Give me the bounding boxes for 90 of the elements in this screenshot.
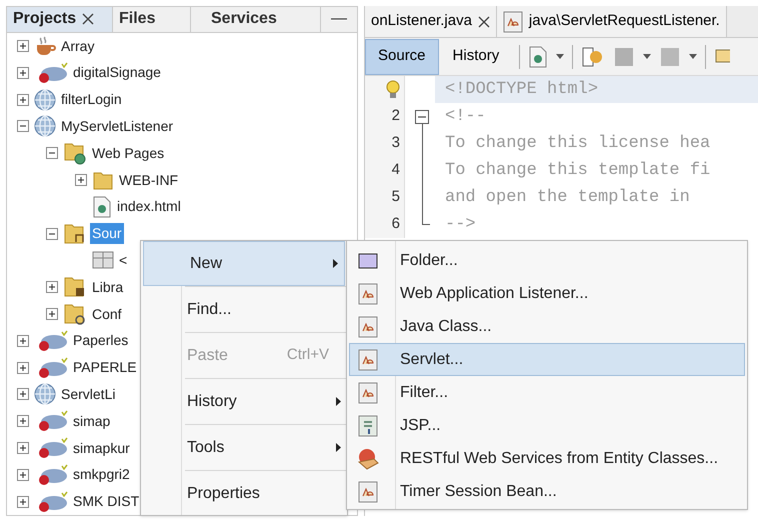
dropdown-icon[interactable] — [643, 54, 652, 60]
menu-item[interactable]: History — [141, 379, 347, 424]
menu-item[interactable]: Folder... — [349, 244, 745, 277]
expand-icon[interactable] — [17, 40, 29, 52]
tree-item[interactable]: MyServletListener — [59, 116, 176, 137]
package-icon — [92, 250, 114, 270]
menu-item[interactable]: Filter... — [349, 376, 745, 409]
tree-item[interactable]: filterLogin — [59, 89, 124, 110]
tree-item[interactable]: Libra — [90, 276, 126, 298]
tree-item[interactable]: ServletLi — [59, 384, 118, 405]
expand-icon[interactable] — [46, 308, 58, 320]
line-number: 4 — [392, 160, 400, 180]
collapse-icon[interactable] — [17, 120, 29, 132]
menu-item[interactable]: Servlet... — [349, 343, 745, 376]
tree-item[interactable]: smkpgri2 — [71, 464, 132, 486]
tree-item[interactable]: < — [117, 250, 130, 271]
config-folder-icon — [63, 302, 87, 326]
code-line: --> — [444, 214, 477, 236]
close-icon[interactable] — [82, 13, 94, 26]
menu-item[interactable]: JSP... — [349, 409, 745, 442]
tree-item[interactable]: Conf — [90, 304, 124, 325]
panel-tab[interactable]: Projects — [7, 7, 113, 32]
minimize-button[interactable]: — — [321, 7, 357, 32]
cup-icon — [34, 36, 56, 56]
package-folder-icon — [63, 222, 87, 246]
expand-icon[interactable] — [17, 334, 29, 347]
jsp-file-icon — [358, 414, 378, 436]
expand-icon[interactable] — [75, 174, 87, 186]
tree-item[interactable]: simapkur — [71, 438, 132, 458]
expand-icon[interactable] — [17, 415, 29, 428]
menu-item[interactable]: Tools — [141, 425, 347, 470]
globe-icon — [34, 88, 56, 111]
menu-item[interactable]: Web Application Listener... — [349, 277, 745, 310]
shortcut-label: Ctrl+V — [286, 345, 330, 366]
tree-item[interactable]: digitalSignage — [71, 62, 163, 84]
code-line: and open the template in — [444, 186, 691, 209]
menu-item[interactable]: Find... — [141, 287, 347, 332]
expand-icon[interactable] — [46, 281, 58, 294]
web-folder-icon — [63, 141, 87, 166]
line-number: 6 — [392, 214, 400, 234]
expand-icon[interactable] — [17, 362, 29, 374]
globe-icon — [34, 115, 56, 138]
collapse-icon[interactable] — [46, 147, 58, 160]
class-file-icon — [358, 348, 378, 370]
expand-icon[interactable] — [17, 496, 29, 508]
expand-icon[interactable] — [17, 442, 29, 454]
html-file-icon — [92, 196, 112, 218]
view-tab[interactable]: History — [440, 38, 512, 74]
lightbulb-icon[interactable] — [386, 80, 400, 100]
menu-item[interactable]: RESTful Web Services from Entity Classes... — [349, 442, 745, 475]
menu-item[interactable]: Timer Session Bean... — [349, 475, 745, 508]
line-number: 5 — [392, 187, 400, 208]
fold-icon[interactable] — [415, 110, 429, 124]
rest-service-icon — [356, 448, 380, 470]
class-file-icon — [502, 10, 523, 32]
file-tab[interactable]: onListener.java — [365, 6, 497, 37]
expand-icon[interactable] — [17, 94, 29, 106]
tree-item[interactable]: WEB-INF — [117, 170, 180, 191]
menu-item[interactable]: New — [143, 241, 345, 286]
dropdown-icon[interactable] — [556, 54, 564, 60]
view-tab[interactable]: Source — [365, 38, 439, 74]
tree-item[interactable]: SMK DIST — [71, 491, 142, 512]
class-file-icon — [358, 480, 378, 502]
class-file-icon — [358, 382, 378, 404]
expand-icon[interactable] — [17, 468, 29, 481]
code-line: To change this template fi — [444, 160, 712, 182]
tree-item[interactable]: Web Pages — [90, 142, 166, 164]
collapse-icon[interactable] — [46, 228, 58, 240]
class-file-icon — [358, 282, 378, 304]
dropdown-icon[interactable] — [689, 54, 698, 60]
expand-icon[interactable] — [17, 388, 29, 400]
line-number: 3 — [392, 133, 400, 154]
tree-item[interactable]: Array — [59, 36, 96, 57]
folder-icon — [358, 252, 378, 270]
tree-item[interactable]: Paperles — [71, 330, 130, 352]
file-tab[interactable]: java\ServletRequestListener. — [496, 6, 727, 37]
expand-icon[interactable] — [17, 66, 29, 79]
tree-item[interactable]: PAPERLE — [71, 357, 139, 378]
file-toolbar-icon[interactable] — [528, 46, 548, 68]
menu-item[interactable]: Properties — [141, 471, 347, 516]
library-folder-icon — [63, 275, 87, 300]
menu-item[interactable]: Java Class... — [349, 310, 745, 343]
tree-item[interactable]: simap — [71, 410, 112, 432]
tree-item[interactable]: index.html — [115, 196, 183, 218]
code-line: To change this license hea — [444, 132, 712, 155]
class-file-icon — [358, 316, 378, 338]
globe-icon — [34, 383, 56, 406]
code-line: <!-- — [444, 106, 487, 128]
close-icon[interactable] — [478, 16, 490, 28]
line-number: 2 — [392, 106, 400, 126]
